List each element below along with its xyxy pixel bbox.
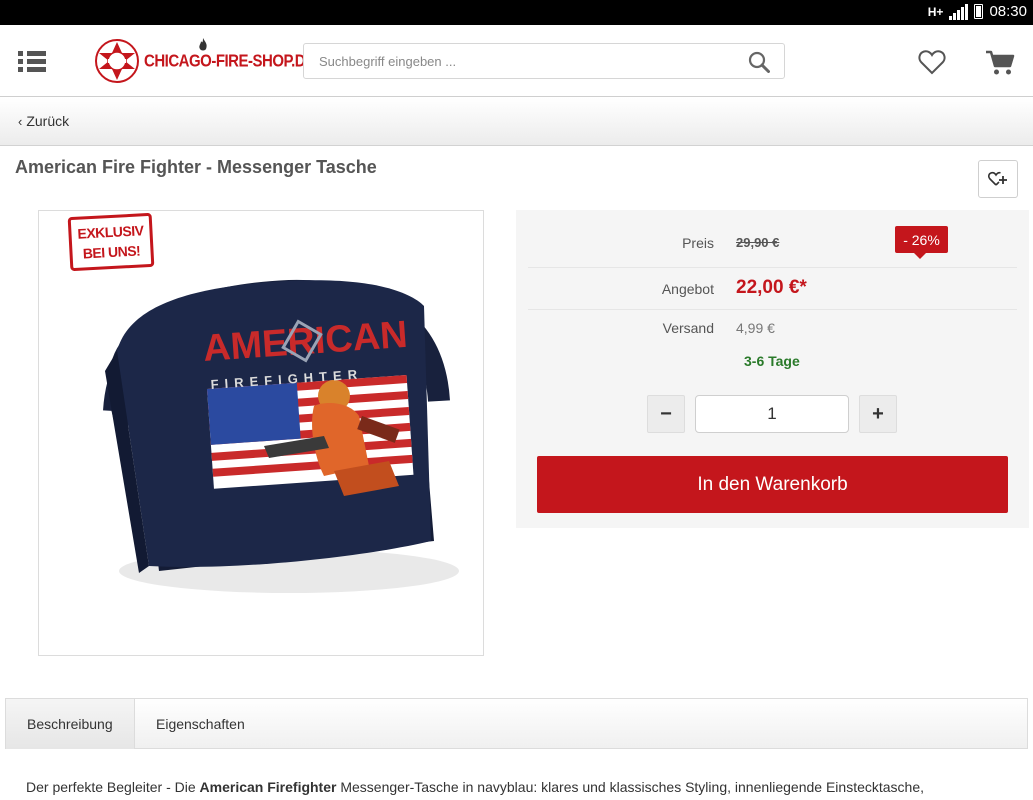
- add-to-wishlist-button[interactable]: [978, 160, 1018, 198]
- fire-department-emblem-icon: [95, 39, 139, 83]
- back-label: Zurück: [26, 113, 70, 129]
- tab-properties[interactable]: Eigenschaften: [135, 699, 266, 749]
- heart-plus-icon: [988, 171, 1007, 186]
- search-icon[interactable]: [748, 51, 770, 73]
- quantity-increase-button[interactable]: +: [859, 395, 897, 433]
- quantity-decrease-button[interactable]: −: [647, 395, 685, 433]
- price-label: Preis: [682, 235, 714, 251]
- product-description: Der perfekte Begleiter - Die American Fi…: [26, 776, 1006, 798]
- delivery-time: 3-6 Tage: [744, 353, 800, 369]
- signal-icon: [949, 3, 969, 20]
- clock: 08:30: [989, 3, 1027, 20]
- discount-badge: - 26%: [895, 226, 948, 259]
- add-to-cart-button[interactable]: In den Warenkorb: [537, 456, 1008, 513]
- back-bar: ‹ Zurück: [0, 98, 1033, 146]
- offer-price: 22,00 €*: [736, 277, 807, 298]
- network-type: H+: [927, 4, 944, 19]
- old-price: 29,90 €: [736, 235, 780, 250]
- description-bold: American Firefighter: [199, 779, 337, 795]
- product-tabs: Beschreibung Eigenschaften: [5, 698, 1028, 749]
- search-bar: [303, 43, 785, 79]
- offer-label: Angebot: [661, 281, 714, 297]
- heart-icon[interactable]: [918, 49, 946, 75]
- flame-icon: [199, 38, 207, 51]
- cart-icon[interactable]: [984, 47, 1016, 77]
- quantity-input[interactable]: [695, 395, 849, 433]
- product-image[interactable]: EXKLUSIV BEI UNS! AMERICAN FIREFIGHTER: [38, 210, 484, 656]
- shop-logo[interactable]: CHICAGO-FIRE-SHOP.DE: [94, 38, 315, 84]
- description-intro: Der perfekte Begleiter - Die: [26, 779, 200, 795]
- search-input[interactable]: [304, 44, 724, 78]
- battery-icon: [974, 4, 984, 19]
- buy-box: Preis 29,90 € - 26% Angebot 22,00 €* Ver…: [516, 210, 1029, 528]
- shipping-price: 4,99 €: [736, 320, 775, 336]
- shipping-row: Versand 4,99 €: [528, 310, 1017, 350]
- shipping-label: Versand: [662, 320, 714, 336]
- site-header: CHICAGO-FIRE-SHOP.DE: [0, 25, 1033, 97]
- back-link[interactable]: ‹ Zurück: [18, 113, 69, 129]
- messenger-bag-illustration: AMERICAN FIREFIGHTER: [103, 279, 459, 593]
- menu-icon[interactable]: [18, 49, 48, 73]
- logo-text: CHICAGO-FIRE-SHOP.DE: [144, 51, 315, 71]
- product-title: American Fire Fighter - Messenger Tasche: [15, 157, 377, 177]
- offer-row: Angebot 22,00 €*: [528, 268, 1017, 310]
- description-rest: Messenger-Tasche in navyblau: klares und…: [336, 779, 925, 795]
- status-bar: H+ 08:30: [0, 0, 1033, 25]
- chevron-left-icon: ‹: [18, 113, 23, 129]
- tab-description[interactable]: Beschreibung: [6, 699, 135, 749]
